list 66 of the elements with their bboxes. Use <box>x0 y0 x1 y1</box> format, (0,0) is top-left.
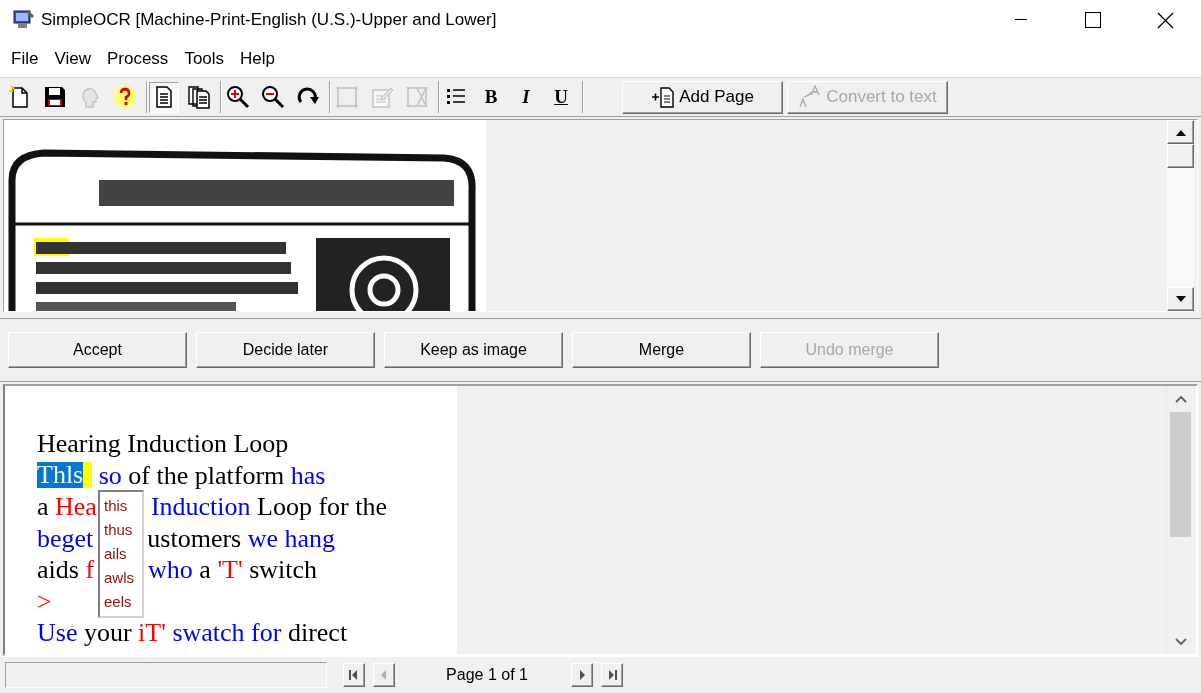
recognized-text[interactable]: ustomers <box>147 522 242 554</box>
help-icon <box>113 85 137 109</box>
recognized-text[interactable]: direct <box>287 617 348 649</box>
decision-button[interactable]: Keep as image <box>384 332 563 368</box>
scroll-down-icon <box>1174 294 1187 304</box>
menu-item[interactable]: View <box>46 48 99 69</box>
scrollbar-thumb[interactable] <box>1167 144 1194 168</box>
scroll-down-button[interactable] <box>1167 287 1194 311</box>
bold-button[interactable]: B <box>476 81 506 113</box>
selected-word[interactable]: Thls <box>37 462 93 489</box>
suggestion-item[interactable]: eels <box>100 590 142 614</box>
suggestion-item[interactable]: thus <box>100 518 142 542</box>
recognized-text[interactable]: switch <box>249 554 318 586</box>
italic-button[interactable]: I <box>511 81 541 113</box>
recognized-text[interactable]: a <box>199 554 211 586</box>
recognized-text[interactable]: of the platform <box>128 459 285 491</box>
window-title: SimpleOCR [Machine-Print-English (U.S.)-Upper and Lower] <box>41 10 498 30</box>
recognized-text[interactable]: we hang <box>247 522 336 554</box>
recognized-text[interactable]: Induction <box>150 491 251 523</box>
recognized-text[interactable]: swatch for <box>172 617 282 649</box>
recognized-text[interactable]: Loop for the <box>257 491 388 523</box>
menu-item[interactable]: File <box>3 48 47 69</box>
recognized-text[interactable]: Use <box>37 617 78 649</box>
add-page-button[interactable]: Add Page <box>622 80 783 114</box>
recognized-text[interactable]: Hea <box>55 491 97 523</box>
last-page-button[interactable] <box>601 663 623 687</box>
menu-item[interactable]: Tools <box>176 48 233 69</box>
recognized-text[interactable]: your <box>83 617 132 649</box>
menu-item[interactable]: Help <box>232 48 284 69</box>
recognized-text[interactable]: > <box>37 585 52 617</box>
suggestion-item[interactable]: this <box>100 494 142 518</box>
next-page-button[interactable] <box>571 663 593 687</box>
zoom-in-icon <box>226 85 250 109</box>
scrollbar-thumb[interactable] <box>1170 412 1191 537</box>
decision-button[interactable]: Accept <box>8 332 187 368</box>
menu-item[interactable]: Process <box>98 48 177 69</box>
frame-cross-icon <box>405 85 429 109</box>
pages-icon <box>187 85 211 109</box>
recognized-text[interactable]: aids <box>37 554 79 586</box>
recognized-text[interactable]: f <box>85 554 95 586</box>
close-icon <box>1156 11 1174 29</box>
recognized-text[interactable]: a <box>37 491 49 523</box>
zoom-out-icon <box>261 85 285 109</box>
selection-frame-icon <box>335 85 359 109</box>
underline-button[interactable]: U <box>546 81 576 113</box>
recognized-text[interactable]: 'T' <box>217 554 243 586</box>
first-page-button[interactable] <box>343 663 365 687</box>
recognized-text[interactable]: iT' <box>138 617 166 649</box>
recognized-text[interactable]: Hearing Induction Loop <box>37 428 289 460</box>
suggestion-item[interactable]: awls <box>100 566 142 590</box>
add-page-icon <box>651 85 676 109</box>
suggestion-item[interactable]: ails <box>100 542 142 566</box>
recognized-text[interactable]: has <box>290 459 326 491</box>
decision-button[interactable]: Decide later <box>196 332 375 368</box>
decision-button[interactable]: Merge <box>572 332 751 368</box>
scroll-down-icon <box>1174 636 1187 646</box>
recognized-text[interactable]: who <box>148 554 193 586</box>
recognized-text[interactable]: beget <box>37 522 94 554</box>
maximize-icon <box>1085 12 1101 28</box>
page-button[interactable] <box>149 81 179 113</box>
app-icon <box>13 9 35 31</box>
recognized-text[interactable]: so <box>98 459 122 491</box>
scroll-up-button[interactable] <box>1167 120 1194 144</box>
page-indicator: Page 1 of 1 <box>445 666 529 684</box>
notepad-pencil-icon <box>370 85 394 109</box>
scroll-up-icon <box>1174 394 1187 404</box>
